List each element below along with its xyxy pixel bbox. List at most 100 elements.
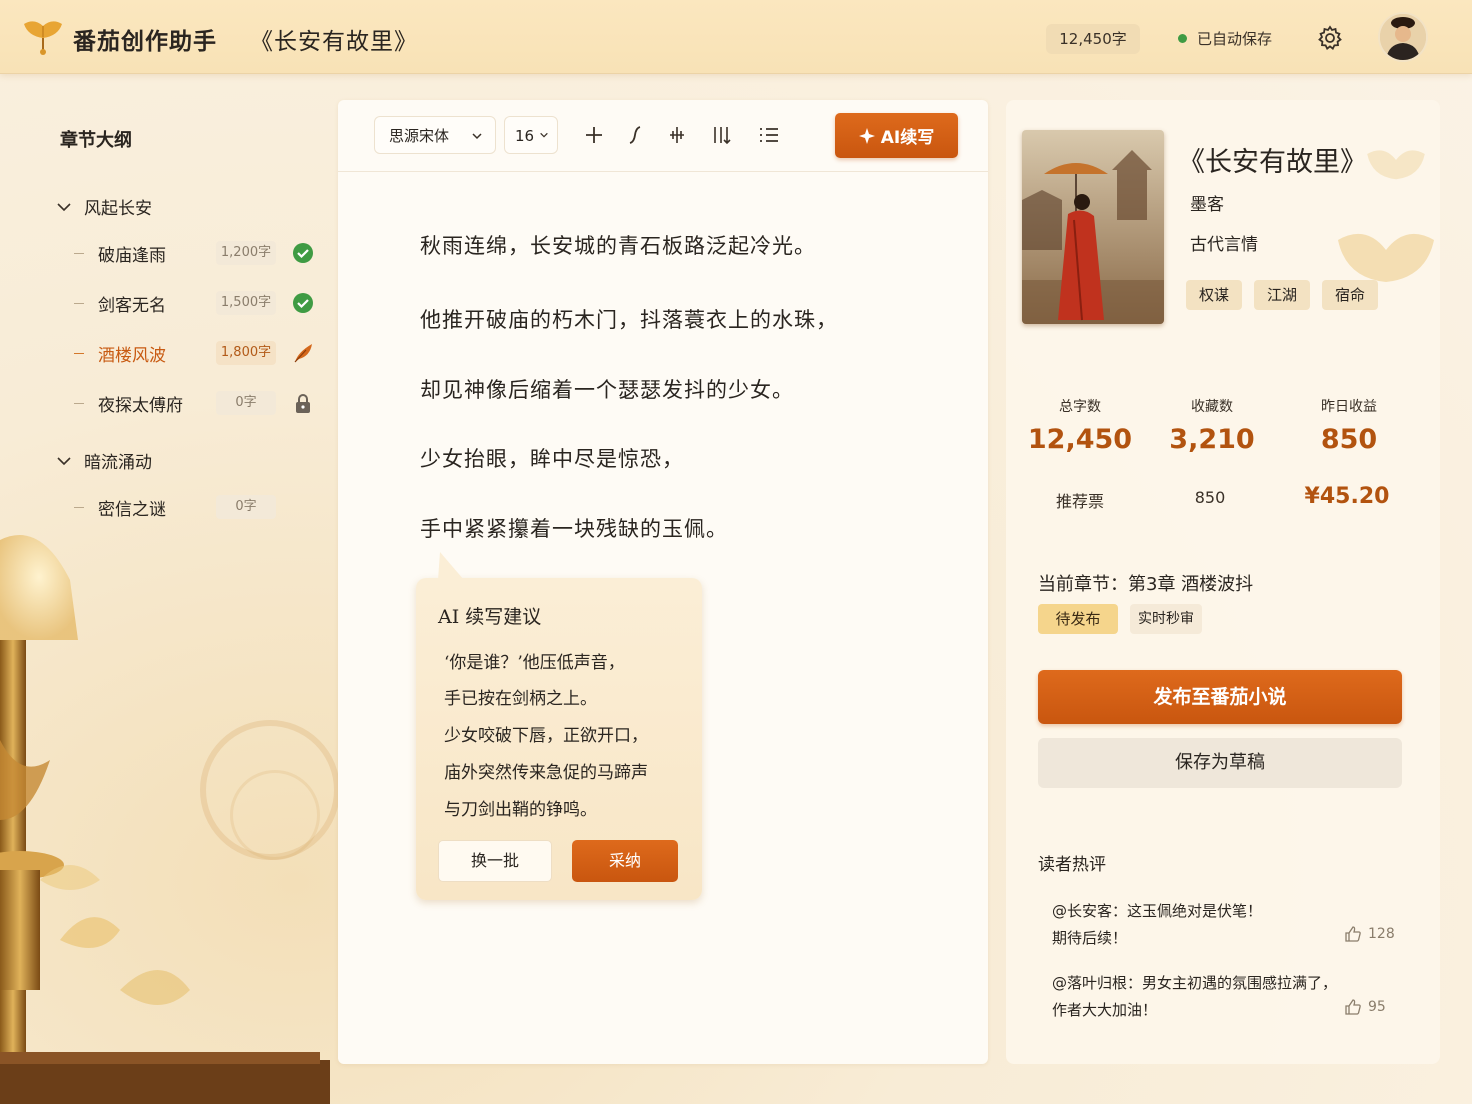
stats-grid: 总字数 12,450 收藏数 3,210 昨日收益 850 推荐票 850 ¥4… [1020, 368, 1426, 530]
comments-title: 读者热评 [1038, 855, 1106, 875]
chapter-word-count: 1,800字 [216, 341, 276, 365]
list-icon[interactable] [758, 124, 780, 146]
thumbs-up-icon [1345, 999, 1361, 1015]
publish-button[interactable]: 发布至番茄小说 [1038, 670, 1402, 724]
tree-dash [74, 302, 84, 304]
book-cover-illustration [1022, 130, 1164, 324]
editor-panel: 思源宋体 16 AI续写 秋雨连绵，长安城的青石板路泛起冷光。 他推开破庙的朽木… [338, 100, 988, 1064]
thumbs-up-icon [1345, 926, 1361, 942]
swap-suggestion-button[interactable]: 换一批 [438, 840, 552, 882]
income-amount: ¥45.20 [1304, 484, 1390, 509]
outline-title: 章节大纲 [60, 130, 132, 151]
italic-curve-icon[interactable] [624, 124, 646, 146]
tree-dash [74, 352, 84, 354]
suggestion-line: 庙外突然传来急促的马蹄声 [444, 763, 648, 783]
font-family-value: 思源宋体 [389, 127, 450, 145]
font-size-value: 16 [515, 127, 535, 145]
align-center-icon[interactable] [666, 124, 688, 146]
tree-dash [74, 402, 84, 404]
manuscript-paragraph[interactable]: 他推开破庙的朽木门，抖落蓑衣上的水珠， [420, 304, 838, 334]
income-value: 850 [1320, 424, 1378, 455]
like-button[interactable]: 128 [1344, 925, 1395, 943]
book-tag[interactable]: 权谋 [1186, 280, 1242, 310]
sparkle-icon [858, 127, 875, 144]
recommend-votes-value: 850 [1194, 488, 1226, 507]
comment-text: @落叶归根：男女主初遇的氛围感拉满了， [1052, 974, 1338, 992]
chevron-down-icon [540, 132, 548, 138]
chapter-word-count: 1,500字 [216, 291, 276, 315]
font-size-select[interactable]: 16 [504, 116, 558, 154]
ai-continue-label: AI续写 [880, 128, 935, 148]
feather-pen-icon [294, 344, 312, 363]
chapter-item-2[interactable]: 剑客无名 1,500字 [74, 288, 324, 318]
app-title: 番茄创作助手 [73, 29, 217, 55]
ginkgo-leaf-icon [24, 21, 62, 55]
chapter-item-5[interactable]: 密信之谜 0字 [74, 492, 324, 522]
status-badge: 待发布 [1038, 604, 1118, 634]
volume-toggle-2[interactable]: 暗流涌动 [56, 448, 152, 473]
autosave-status: 已自动保存 [1178, 28, 1272, 49]
total-words-value: 12,450 [1027, 424, 1133, 455]
recommend-votes-label: 推荐票 [1055, 492, 1104, 511]
font-family-select[interactable]: 思源宋体 [374, 116, 496, 154]
book-genre: 古代言情 [1190, 235, 1258, 255]
status-dot [1178, 34, 1187, 43]
popover-pointer [438, 552, 464, 580]
suggestion-line: 手已按在剑柄之上。 [444, 689, 597, 709]
total-words-label: 总字数 [1059, 399, 1101, 415]
lock-icon [296, 394, 310, 413]
save-draft-button[interactable]: 保存为草稿 [1038, 738, 1402, 788]
chapter-outline-panel: 章节大纲 风起长安 破庙逢雨 1,200字 剑客无名 1,500字 酒楼风波 1… [34, 100, 332, 540]
book-info-panel: 《长安有故里》 墨客 古代言情 权谋 江湖 宿命 总字数 12,450 收藏数 … [1006, 100, 1440, 1064]
current-chapter: 当前章节：第3章 酒楼波抖 [1038, 574, 1254, 595]
chapter-name: 密信之谜 [98, 499, 166, 520]
comment-text: 期待后续！ [1052, 929, 1128, 947]
chapter-item-1[interactable]: 破庙逢雨 1,200字 [74, 238, 324, 268]
book-tag[interactable]: 宿命 [1322, 280, 1378, 310]
chapter-word-count: 0字 [216, 495, 276, 519]
avatar-portrait [1380, 14, 1426, 60]
chapter-name: 夜探太傅府 [98, 395, 183, 416]
chapter-item-4[interactable]: 夜探太傅府 0字 [74, 388, 324, 418]
like-button[interactable]: 95 [1344, 998, 1386, 1016]
check-circle-icon [293, 243, 313, 263]
audit-badge: 实时秒审 [1130, 604, 1202, 634]
suggestion-line: 少女咬破下唇，正欲开口， [444, 726, 648, 746]
book-title: 《长安有故里》 [1178, 147, 1367, 178]
comment-text: 作者大大加油！ [1052, 1001, 1158, 1019]
editor-toolbar: 思源宋体 16 AI续写 [338, 100, 988, 172]
manuscript-paragraph[interactable]: 秋雨连绵，长安城的青石板路泛起冷光。 [420, 230, 816, 260]
chevron-down-icon [472, 133, 482, 140]
income-label: 昨日收益 [1321, 399, 1377, 415]
app-header: 番茄创作助手 《长安有故里》 12,450字 已自动保存 [0, 0, 1472, 74]
chapter-name: 剑客无名 [98, 295, 166, 316]
manuscript-paragraph[interactable]: 少女抬眼，眸中尽是惊恐， [420, 443, 684, 473]
chevron-down-icon [57, 456, 71, 465]
accept-suggestion-button[interactable]: 采纳 [572, 840, 678, 882]
suggestion-line: ‘你是谁？’他压低声音， [444, 653, 625, 673]
book-tag[interactable]: 江湖 [1254, 280, 1310, 310]
volume-label: 暗流涌动 [84, 453, 152, 473]
favorites-value: 3,210 [1169, 424, 1255, 455]
plus-icon[interactable] [583, 124, 605, 146]
ai-suggestion-popover: AI 续写建议 ‘你是谁？’他压低声音， 手已按在剑柄之上。 少女咬破下唇，正欲… [416, 552, 702, 900]
tree-dash [74, 252, 84, 254]
book-cover[interactable] [1022, 130, 1164, 324]
vertical-text-icon[interactable] [710, 124, 732, 146]
favorites-label: 收藏数 [1191, 399, 1233, 415]
chapter-word-count: 0字 [216, 391, 276, 415]
suggestion-title: AI 续写建议 [438, 606, 542, 628]
book-author: 墨客 [1190, 195, 1224, 215]
suggestion-line: 与刀剑出鞘的铮鸣。 [444, 800, 597, 820]
gear-icon[interactable] [1316, 24, 1344, 52]
volume-toggle-1[interactable]: 风起长安 [56, 194, 152, 219]
ginkgo-leaf-decoration [1367, 150, 1425, 202]
ginkgo-leaf-decoration [1338, 233, 1434, 320]
manuscript-paragraph[interactable]: 却见神像后缩着一个瑟瑟发抖的少女。 [420, 374, 794, 404]
user-avatar[interactable] [1378, 12, 1428, 62]
chapter-item-3[interactable]: 酒楼风波 1,800字 [74, 338, 324, 368]
ai-continue-button[interactable]: AI续写 [835, 113, 958, 158]
comment-text: @长安客：这玉佩绝对是伏笔！ [1052, 902, 1263, 920]
volume-label: 风起长安 [84, 199, 152, 219]
manuscript-paragraph[interactable]: 手中紧紧攥着一块残缺的玉佩。 [420, 513, 728, 543]
